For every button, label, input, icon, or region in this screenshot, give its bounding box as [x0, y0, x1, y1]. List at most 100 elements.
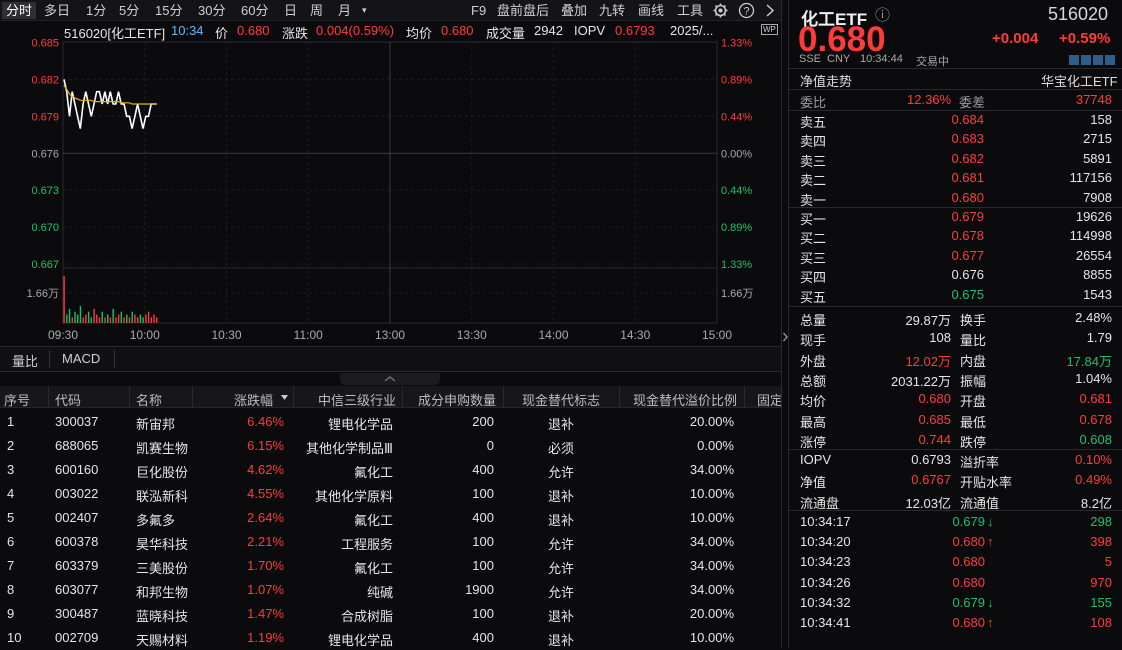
tick-volume: 970 [1090, 574, 1112, 590]
intraday-chart[interactable]: 0.685 1.33% 0.682 0.89% 0.679 0.44% 0.676 0.00%… [0, 21, 781, 345]
table-row[interactable]: 5 002407 多氟多 2.64% 氟化工 400 退补 10.00% [0, 506, 781, 530]
tick-time: 10:34:26 [800, 574, 851, 590]
chevron-up-icon[interactable] [383, 375, 397, 383]
more-periods-dropdown[interactable]: ▾ [362, 2, 367, 19]
bid-row[interactable]: 买四 0.676 8855 [789, 265, 1122, 285]
col-name[interactable]: 名称 [136, 390, 162, 409]
table-row[interactable]: 4 003022 联泓新科 4.55% 其他化学原料 100 退补 10.00% [0, 482, 781, 506]
tab-week[interactable]: 周 [310, 2, 323, 19]
col-qty[interactable]: 成分申购数量 [418, 390, 496, 409]
tab-30min[interactable]: 30分 [198, 2, 225, 19]
stat-label: 涨停 [800, 434, 827, 450]
table-row[interactable]: 3 600160 巨化股份 4.62% 氟化工 400 允许 34.00% [0, 458, 781, 482]
cell-chg: 6.46% [247, 414, 284, 429]
menu-nine-turn[interactable]: 九转 [599, 2, 625, 19]
tick-time: 10:34:41 [800, 615, 851, 630]
volume-bar [131, 311, 133, 323]
y-pct-tick-label: 0.44% [721, 111, 752, 123]
tab-month[interactable]: 月 [338, 2, 351, 19]
menu-draw[interactable]: 画线 [638, 2, 664, 19]
quote-status: 交易中 [916, 56, 949, 68]
col-fixed[interactable]: 固定 [757, 390, 783, 409]
menu-f9[interactable]: F9 [471, 2, 486, 19]
table-row[interactable]: 9 300487 蓝晓科技 1.47% 合成树脂 100 退补 20.00% [0, 602, 781, 626]
stat-value: 17.84万 [1066, 353, 1112, 369]
chevron-right-icon[interactable] [782, 330, 789, 344]
chevron-right-icon[interactable] [764, 3, 776, 18]
tab-volume-ratio[interactable]: 量比 [12, 351, 38, 370]
quote-time: 10:34:44 [860, 53, 903, 65]
nav-trend-link[interactable]: 净值走势 [800, 71, 852, 90]
chart-canvas[interactable]: 0.685 1.33%0.682 0.89%0.679 0.44%0.676 0.00%… [0, 21, 781, 345]
expand-icon[interactable] [1069, 55, 1079, 65]
table-row[interactable]: 1 300037 新宙邦 6.46% 锂电化学品 200 退补 20.00% [0, 410, 781, 434]
info-time: 10:34 [171, 23, 204, 38]
col-industry[interactable]: 中信三级行业 [318, 390, 396, 409]
ask-row[interactable]: 卖一 0.680 7908 [789, 188, 1122, 208]
tab-fenshi[interactable]: 分时 [2, 2, 37, 19]
table-drag-handle[interactable] [0, 373, 781, 386]
cell-no: 5 [7, 510, 15, 525]
cell-code: 603379 [55, 558, 99, 573]
wp-icon[interactable]: WP [761, 24, 778, 35]
info-change: 0.004(0.59%) [316, 23, 395, 38]
tab-macd[interactable]: MACD [62, 351, 100, 366]
table-row[interactable]: 8 603077 和邦生物 1.07% 纯碱 1900 允许 34.00% [0, 578, 781, 602]
gear-icon[interactable] [712, 2, 729, 19]
ask-row[interactable]: 卖三 0.682 5891 [789, 149, 1122, 169]
bid-row[interactable]: 买一 0.679 19626 [789, 207, 1122, 227]
info-price-label: 价 [215, 26, 229, 41]
col-no[interactable]: 序号 [4, 390, 30, 409]
tab-day[interactable]: 日 [284, 2, 297, 19]
col-ratio[interactable]: 现金替代溢价比例 [633, 390, 737, 409]
tab-60min[interactable]: 60分 [241, 2, 268, 19]
bid-row[interactable]: 买五 0.675 1543 [789, 285, 1122, 305]
period-toolbar: 分时 多日 1分 5分 15分 30分 60分 日 周 月 ▾ F9 盘前盘后 … [0, 0, 781, 21]
sort-desc-icon[interactable] [280, 391, 289, 403]
stat-value: 0.6767 [911, 472, 951, 488]
stat-row: 涨停 0.744 跌停 0.608 [789, 430, 1122, 450]
cell-flag: 退补 [548, 489, 575, 504]
x-tick-label: 10:30 [211, 328, 241, 342]
volume-bar [126, 314, 128, 323]
menu-tools[interactable]: 工具 [677, 2, 703, 19]
ask-row[interactable]: 卖四 0.683 2715 [789, 129, 1122, 149]
tick-price: 0.679 [952, 514, 985, 529]
stat-label: 溢折率 [960, 455, 1000, 470]
table-row[interactable]: 7 603379 三美股份 1.70% 氟化工 100 允许 34.00% [0, 554, 781, 578]
cell-flag: 允许 [548, 537, 575, 552]
table-row[interactable]: 6 600378 昊华科技 2.21% 工程服务 100 允许 34.00% [0, 530, 781, 554]
col-change[interactable]: 涨跌幅 [234, 390, 273, 409]
quote-tool-icons [1069, 55, 1115, 65]
cell-name: 和邦生物 [136, 585, 189, 600]
cell-name: 三美股份 [136, 561, 189, 576]
info-avg: 0.680 [441, 23, 474, 38]
cell-flag: 必须 [548, 441, 575, 456]
bid-row[interactable]: 买三 0.677 26554 [789, 246, 1122, 266]
tab-multiday[interactable]: 多日 [44, 2, 70, 19]
plus-icon[interactable] [1105, 55, 1115, 65]
tab-5min[interactable]: 5分 [119, 2, 139, 19]
ask-row[interactable]: 卖五 0.684 158 [789, 110, 1122, 130]
ask-row[interactable]: 卖二 0.681 117156 [789, 168, 1122, 188]
info-change-label: 涨跌 [282, 26, 309, 41]
alert-icon[interactable] [1081, 55, 1091, 65]
cell-code: 002709 [55, 630, 99, 645]
tab-15min[interactable]: 15分 [155, 2, 182, 19]
fund-name[interactable]: 华宝化工ETF [1041, 71, 1118, 90]
tab-1min[interactable]: 1分 [86, 2, 106, 19]
cell-qty: 400 [472, 462, 494, 477]
ask-volume: 2715 [1083, 131, 1112, 147]
bid-row[interactable]: 买二 0.678 114998 [789, 226, 1122, 246]
help-icon[interactable]: ? [738, 2, 755, 19]
menu-overlay[interactable]: 叠加 [561, 2, 587, 19]
col-code[interactable]: 代码 [55, 390, 81, 409]
volume-bar [63, 276, 65, 323]
cell-ratio: 10.00% [689, 486, 734, 501]
col-flag[interactable]: 现金替代标志 [522, 390, 600, 409]
table-row[interactable]: 10 002709 天赐材料 1.19% 锂电化学品 400 退补 10.00% [0, 626, 781, 650]
bell-icon[interactable] [1093, 55, 1103, 65]
panel-divider[interactable] [781, 0, 789, 648]
menu-premarket[interactable]: 盘前盘后 [497, 2, 549, 19]
table-row[interactable]: 2 688065 凯赛生物 6.15% 其他化学制品Ⅲ 0 必须 0.00% [0, 434, 781, 458]
